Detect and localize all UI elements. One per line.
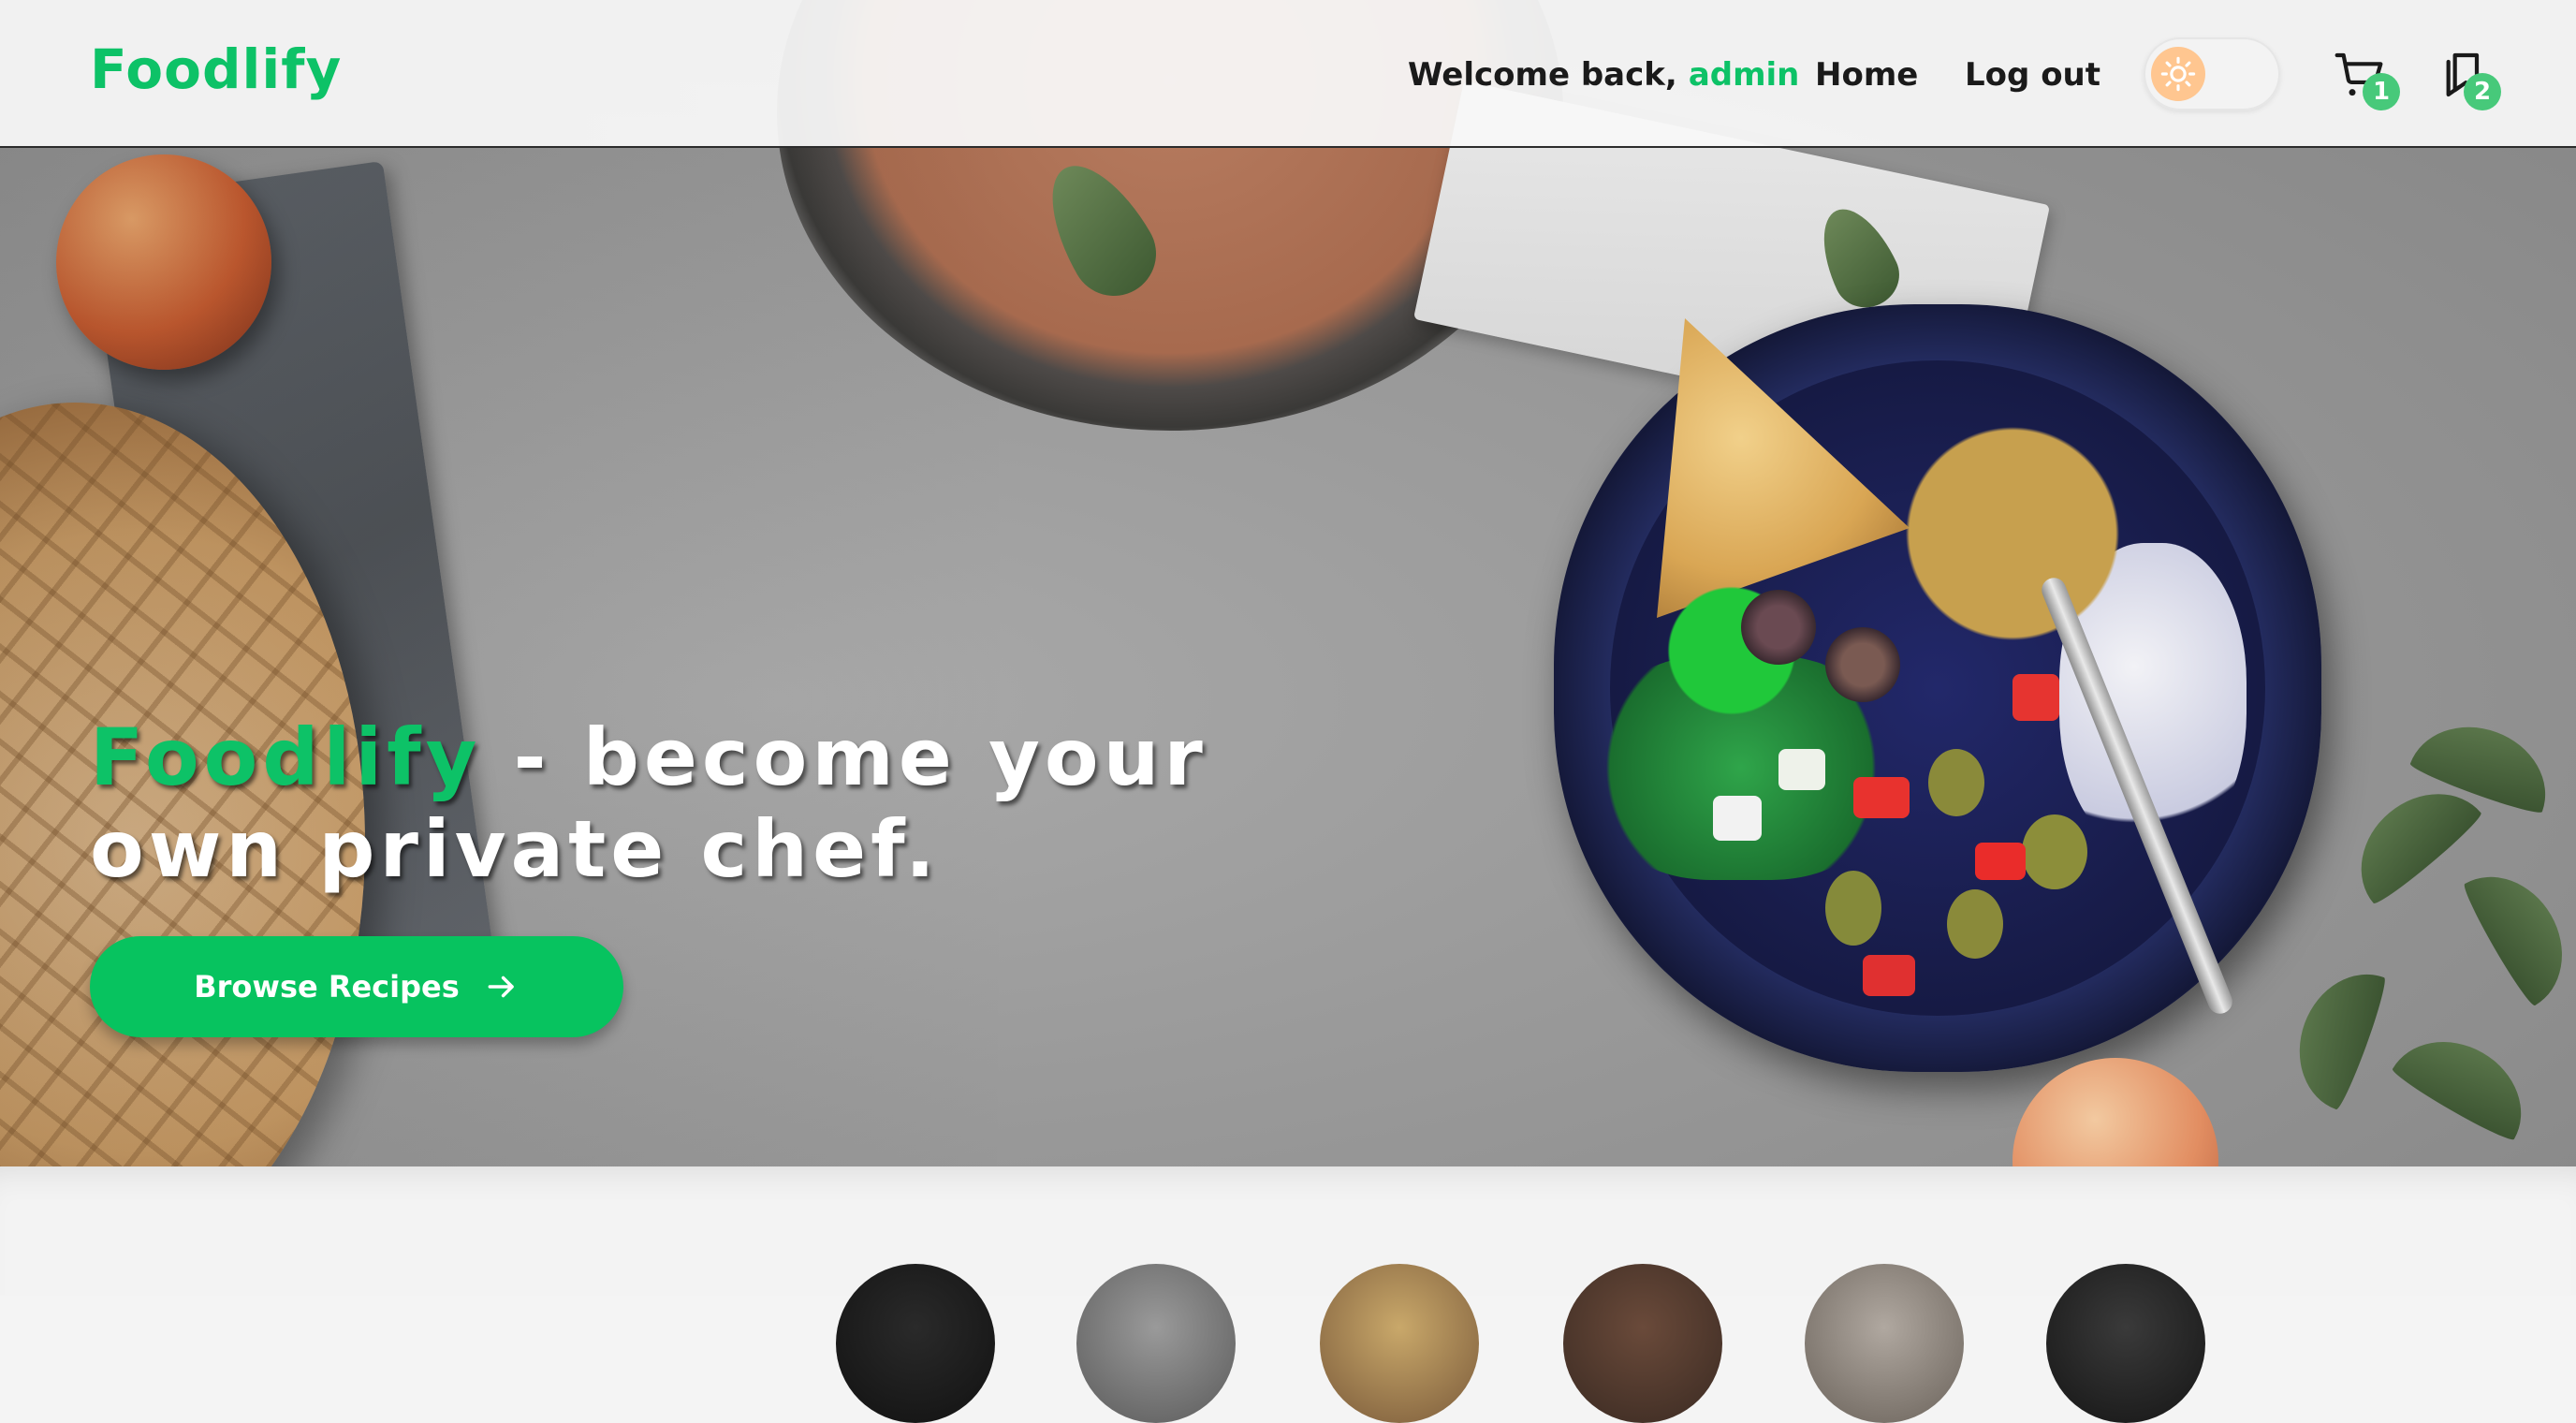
- arrow-right-icon: [488, 976, 514, 998]
- headline-brand: Foodlify: [90, 712, 482, 803]
- headline-text-line1: - become your: [481, 712, 1208, 803]
- category-thumb[interactable]: [1076, 1264, 1236, 1423]
- browse-recipes-button[interactable]: Browse Recipes: [90, 936, 623, 1037]
- category-thumb[interactable]: [2046, 1264, 2205, 1423]
- sun-icon: [2160, 56, 2196, 92]
- hero-headline: Foodlify - become your own private chef.: [90, 712, 1307, 895]
- nav-home-link[interactable]: Home: [1815, 56, 1918, 94]
- nav-logout-link[interactable]: Log out: [1965, 56, 2100, 94]
- top-navbar: Foodlify Welcome back, admin Home Log out…: [0, 0, 2576, 148]
- theme-toggle-knob: [2151, 47, 2205, 101]
- brand-logo[interactable]: Foodlify: [90, 37, 342, 101]
- welcome-message: Welcome back, admin: [1408, 56, 1799, 94]
- welcome-text: Welcome back,: [1408, 56, 1677, 94]
- theme-toggle[interactable]: [2144, 37, 2280, 110]
- cart-button[interactable]: 1: [2333, 49, 2400, 110]
- cart-count-badge: 1: [2363, 73, 2400, 110]
- category-thumb[interactable]: [1805, 1264, 1964, 1423]
- category-thumb[interactable]: [1320, 1264, 1479, 1423]
- category-thumb[interactable]: [1563, 1264, 1722, 1423]
- browse-recipes-label: Browse Recipes: [194, 969, 460, 1005]
- saved-count-badge: 2: [2464, 73, 2501, 110]
- headline-text-line2: own private chef.: [90, 803, 940, 895]
- category-thumb[interactable]: [836, 1264, 995, 1423]
- username-link[interactable]: admin: [1689, 56, 1800, 94]
- categories-section: [0, 1166, 2576, 1296]
- saved-recipes-button[interactable]: 2: [2437, 49, 2501, 110]
